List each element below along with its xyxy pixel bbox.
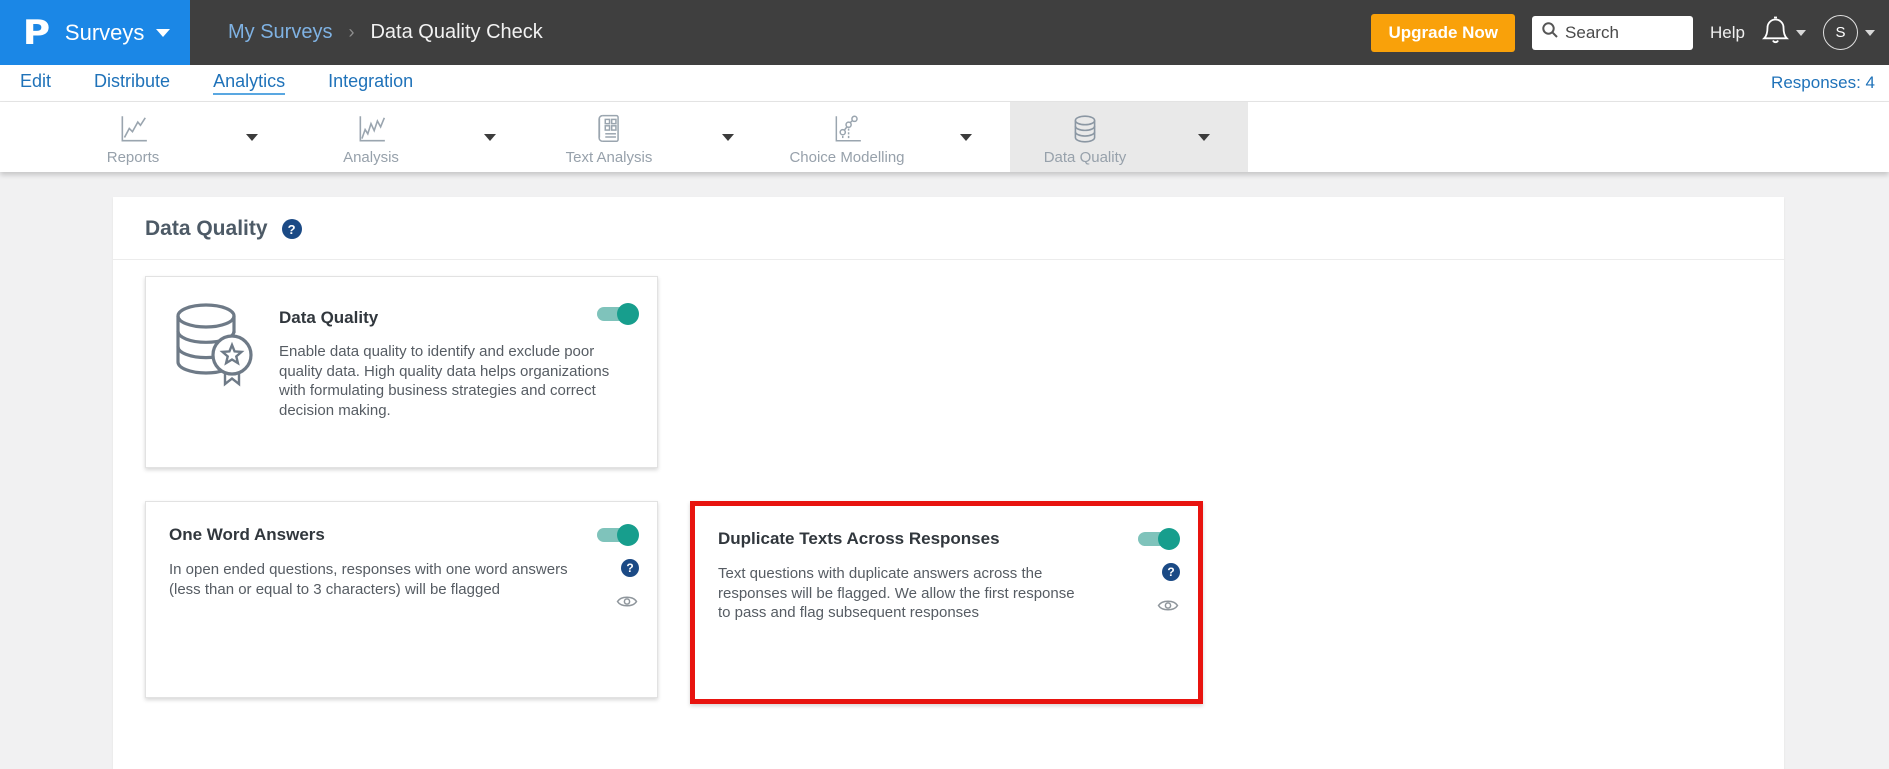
breadcrumb-separator-icon: › [348,22,355,42]
card-description: Text questions with duplicate answers ac… [718,565,1075,621]
card-title: One Word Answers [169,525,325,544]
card-description: Enable data quality to identify and excl… [279,343,610,419]
questionpro-logo[interactable]: P [23,13,50,53]
tab-data-quality[interactable]: Data Quality [1010,102,1160,172]
help-icon[interactable]: ? [621,559,639,577]
tab-group-data-quality: Data Quality [1010,102,1248,172]
tab-choice-modelling[interactable]: Choice Modelling [772,102,922,172]
survey-section-nav: Edit Distribute Analytics Integration Re… [0,65,1889,102]
breadcrumb-my-surveys[interactable]: My Surveys [228,21,332,44]
card-body: One Word Answers In open ended questions… [169,524,581,679]
avatar[interactable]: S [1823,15,1858,50]
eye-icon[interactable] [1157,598,1179,618]
tab-analytics[interactable]: Analytics [213,71,286,95]
product-menu-label[interactable]: Surveys [65,20,144,46]
help-link[interactable]: Help [1710,23,1745,43]
card-controls: ? [591,524,639,679]
one-word-answers-toggle[interactable] [597,524,639,546]
choice-modelling-dropdown[interactable] [922,102,1010,172]
database-award-icon [170,299,258,449]
chevron-down-icon [1865,29,1875,36]
card-body: Data Quality Enable data quality to iden… [279,299,639,449]
card-controls: ? [1132,528,1180,681]
scatter-chart-icon [831,113,863,145]
help-icon[interactable]: ? [1162,563,1180,581]
chevron-down-icon [960,133,972,141]
card-body: Duplicate Texts Across Responses Text qu… [718,528,1122,681]
text-document-icon [593,113,625,145]
cards-area: Data Quality Enable data quality to iden… [113,260,1784,704]
notifications-menu[interactable] [1762,15,1806,50]
card-description: In open ended questions, responses with … [169,561,568,598]
card-one-word-answers: One Word Answers In open ended questions… [145,501,658,698]
upgrade-now-button[interactable]: Upgrade Now [1371,13,1516,52]
card-data-quality: Data Quality Enable data quality to iden… [145,276,658,468]
card-title: Duplicate Texts Across Responses [718,529,1000,548]
account-menu[interactable]: S [1823,15,1875,50]
tab-label: Reports [106,148,160,166]
data-quality-panel: Data Quality ? Data Quality Enable data … [113,197,1784,769]
toggle-knob[interactable] [617,524,639,546]
tab-label: Choice Modelling [789,148,905,166]
chevron-down-icon [1796,29,1806,36]
tab-distribute[interactable]: Distribute [94,71,170,95]
eye-icon[interactable] [616,594,638,614]
analysis-dropdown[interactable] [446,102,534,172]
duplicate-texts-toggle[interactable] [1138,528,1180,550]
card-duplicate-texts: Duplicate Texts Across Responses Text qu… [690,501,1203,704]
tab-label: Data Quality [1043,148,1127,166]
bell-icon[interactable] [1762,15,1789,50]
data-quality-dropdown[interactable] [1160,102,1248,172]
search-input[interactable] [1565,22,1676,43]
breadcrumb: My Surveys › Data Quality Check [228,21,543,44]
tab-reports[interactable]: Reports [58,102,208,172]
product-menu[interactable]: P Surveys [0,0,190,65]
tab-label: Text Analysis [565,148,653,166]
chevron-down-icon [156,28,171,37]
breadcrumb-current: Data Quality Check [370,21,543,43]
tab-analysis[interactable]: Analysis [296,102,446,172]
multi-line-chart-icon [355,113,387,145]
top-bar: P Surveys My Surveys › Data Quality Chec… [0,0,1889,65]
toggle-knob[interactable] [617,303,639,325]
tab-group-choice-modelling: Choice Modelling [772,102,1010,172]
panel-header: Data Quality ? [113,197,1784,260]
database-icon [1069,113,1101,145]
help-icon[interactable]: ? [281,219,302,239]
chevron-down-icon [1198,133,1210,141]
main-content: Data Quality ? Data Quality Enable data … [0,172,1889,769]
tab-group-reports: Reports [58,102,296,172]
responses-count[interactable]: Responses: 4 [1771,73,1875,93]
search-icon [1541,21,1559,44]
page-title: Data Quality [145,217,268,240]
analytics-toolbar: Reports Analysis Text Analysis Choice Mo… [0,102,1889,172]
reports-dropdown[interactable] [208,102,296,172]
tab-label: Analysis [343,148,399,166]
tab-edit[interactable]: Edit [20,71,51,95]
line-chart-icon [117,113,149,145]
card-title: Data Quality [279,308,379,327]
tab-group-text-analysis: Text Analysis [534,102,772,172]
chevron-down-icon [722,133,734,141]
toggle-knob[interactable] [1158,528,1180,550]
text-analysis-dropdown[interactable] [684,102,772,172]
data-quality-toggle[interactable] [597,303,639,325]
tab-integration[interactable]: Integration [328,71,413,95]
tab-group-analysis: Analysis [296,102,534,172]
search-box[interactable] [1532,15,1694,50]
chevron-down-icon [246,133,258,141]
tab-text-analysis[interactable]: Text Analysis [534,102,684,172]
chevron-down-icon [484,133,496,141]
